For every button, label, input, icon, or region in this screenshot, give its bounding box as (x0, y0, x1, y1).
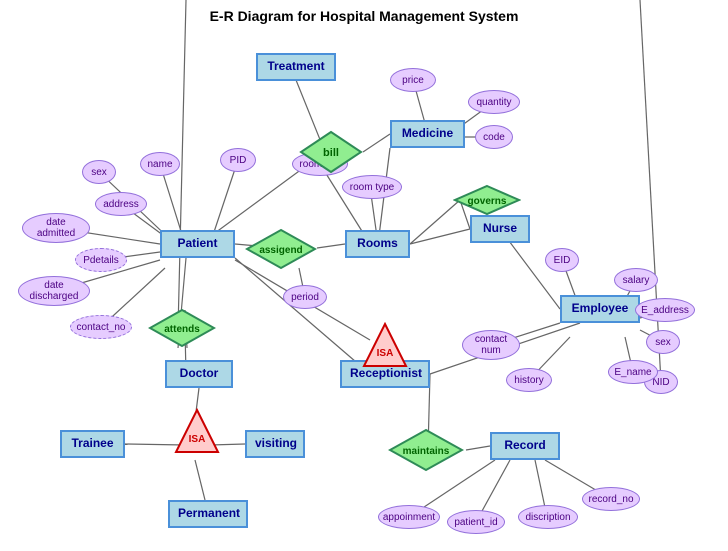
attr-pid: PID (220, 148, 256, 172)
svg-text:bill: bill (323, 147, 339, 159)
rel-maintains: maintains (388, 428, 464, 472)
entity-visiting: visiting (245, 430, 305, 458)
rel-bill: bill (299, 130, 363, 174)
entity-nurse: Nurse (470, 215, 530, 243)
svg-text:attends: attends (164, 324, 200, 335)
attr-quantity: quantity (468, 90, 520, 114)
attr-salary: salary (614, 268, 658, 292)
attr-history: history (506, 368, 552, 392)
entity-trainee: Trainee (60, 430, 125, 458)
attr-sex: sex (82, 160, 116, 184)
isa-receptionist: ISA (362, 322, 408, 368)
attr-discription: discription (518, 505, 578, 529)
attr-appoinment: appoinment (378, 505, 440, 529)
attr-record-no: record_no (582, 487, 640, 511)
entity-rooms: Rooms (345, 230, 410, 258)
attr-sex2: sex (646, 330, 680, 354)
entity-record: Record (490, 432, 560, 460)
svg-text:ISA: ISA (377, 348, 394, 359)
svg-text:maintains: maintains (403, 446, 450, 457)
diagram-title: E-R Diagram for Hospital Management Syst… (0, 0, 728, 32)
attr-date-admitted: date admitted (22, 213, 90, 243)
svg-text:governs: governs (468, 196, 507, 207)
rel-governs: governs (453, 184, 521, 216)
attr-contact-num: contact num (462, 330, 520, 360)
entity-doctor: Doctor (165, 360, 233, 388)
attr-room-type: room type (342, 175, 402, 199)
attr-price: price (390, 68, 436, 92)
entity-patient: Patient (160, 230, 235, 258)
rel-attends: attends (148, 308, 216, 348)
svg-text:ISA: ISA (189, 434, 206, 445)
attr-patient-id: patient_id (447, 510, 505, 534)
svg-text:assigend: assigend (259, 245, 302, 256)
attr-code: code (475, 125, 513, 149)
entity-treatment: Treatment (256, 53, 336, 81)
attr-period: period (283, 285, 327, 309)
rel-assigend: assigend (245, 228, 317, 270)
attr-eid: EID (545, 248, 579, 272)
entity-permanent: Permanent (168, 500, 248, 528)
attr-address: address (95, 192, 147, 216)
attr-date-discharged: date discharged (18, 276, 90, 306)
attr-e-name: E_name (608, 360, 658, 384)
attr-contact-no: contact_no (70, 315, 132, 339)
attr-pdetails: Pdetails (75, 248, 127, 272)
attr-name: name (140, 152, 180, 176)
entity-medicine: Medicine (390, 120, 465, 148)
attr-e-address: E_address (635, 298, 695, 322)
entity-employee: Employee (560, 295, 640, 323)
isa-doctor: ISA (174, 408, 220, 454)
